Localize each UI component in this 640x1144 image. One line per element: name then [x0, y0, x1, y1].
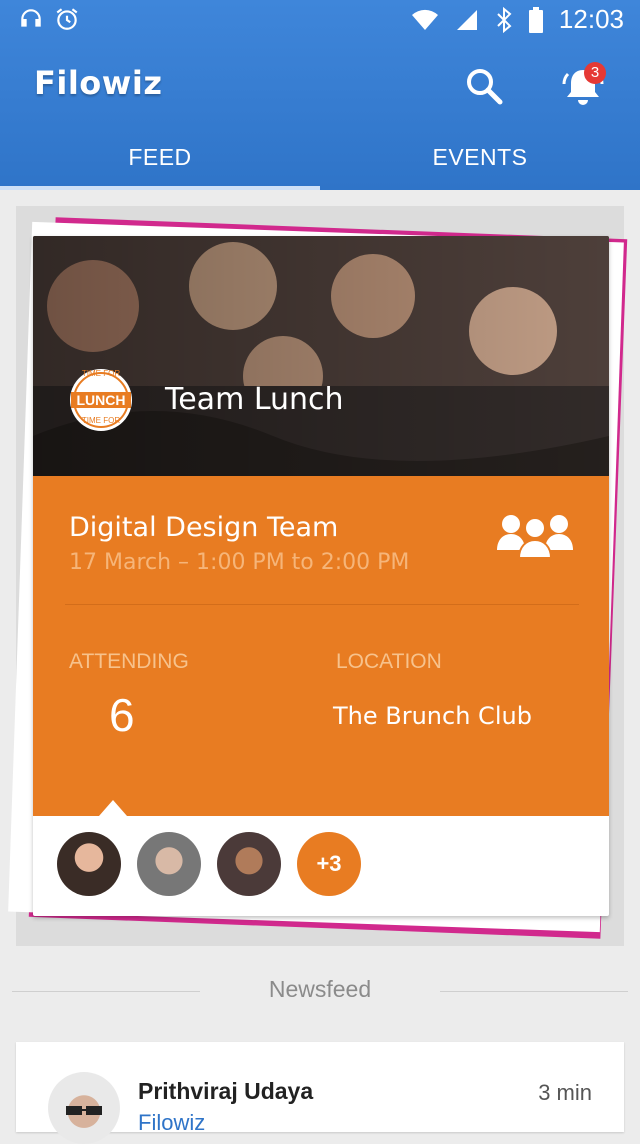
tab-selected-indicator: [0, 186, 320, 190]
app-logo: Filowiz: [34, 64, 163, 102]
battery-icon: [528, 6, 543, 33]
details-divider: [65, 604, 579, 605]
headphones-icon: [21, 9, 41, 27]
alarm-icon: [56, 8, 78, 30]
avatar[interactable]: [57, 832, 121, 896]
tab-events[interactable]: EVENTS: [320, 144, 640, 171]
tab-feed[interactable]: FEED: [0, 144, 320, 171]
location-value: The Brunch Club: [333, 702, 532, 730]
photo-overlay: [33, 236, 609, 476]
newsfeed-heading: Newsfeed: [268, 976, 372, 1002]
avatar-illustration: [66, 1106, 102, 1115]
notification-badge: 3: [584, 62, 606, 84]
attending-label: ATTENDING: [69, 650, 189, 673]
event-team-name: Digital Design Team: [69, 512, 339, 543]
search-icon[interactable]: [464, 66, 504, 106]
post-author[interactable]: Prithviraj Udaya: [138, 1078, 313, 1105]
group-icon: [497, 515, 573, 559]
more-attendees-button[interactable]: +3: [297, 832, 361, 896]
wifi-icon: [411, 9, 438, 30]
lunch-logo-bottom-text: TIME FOR: [81, 416, 121, 425]
status-bar: 12:03: [0, 0, 640, 40]
attending-pointer: [99, 800, 127, 816]
tab-bar: FEED EVENTS: [0, 132, 640, 190]
event-date-time: 17 March – 1:00 PM to 2:00 PM: [69, 550, 410, 575]
post-subtitle[interactable]: Filowiz: [138, 1110, 205, 1136]
attending-count: 6: [109, 689, 135, 741]
status-time: 12:03: [558, 4, 624, 34]
attendee-avatars: +3: [57, 832, 361, 896]
signal-icon: [456, 9, 477, 30]
event-card[interactable]: TIME FOR LUNCH TIME FOR Team Lunch Digit…: [33, 236, 609, 916]
lunch-logo-text: LUNCH: [76, 392, 126, 408]
avatar[interactable]: [217, 832, 281, 896]
event-title: Team Lunch: [165, 382, 344, 417]
bluetooth-icon: [497, 6, 512, 33]
avatar[interactable]: [48, 1072, 120, 1144]
avatar[interactable]: [137, 832, 201, 896]
event-photo: TIME FOR LUNCH TIME FOR Team Lunch: [33, 236, 609, 476]
app-bar: 12:03 Filowiz 3 FEED EVENTS: [0, 0, 640, 190]
lunch-logo-top-text: TIME FOR: [81, 369, 121, 378]
feed-post[interactable]: Prithviraj Udaya 3 min Filowiz: [16, 1042, 624, 1144]
event-details-panel: Digital Design Team 17 March – 1:00 PM t…: [33, 476, 609, 816]
location-label: LOCATION: [336, 650, 442, 673]
post-time: 3 min: [538, 1080, 592, 1105]
